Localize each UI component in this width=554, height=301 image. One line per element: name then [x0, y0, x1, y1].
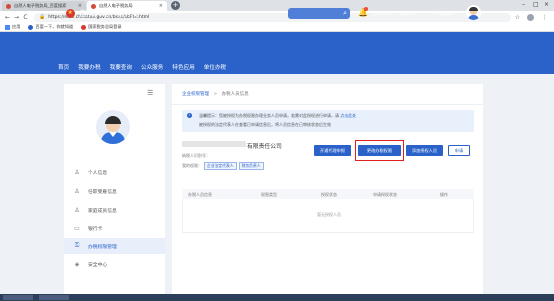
user-icon: ♙: [74, 187, 80, 195]
taskbar-item[interactable]: [39, 295, 69, 300]
maximize-icon[interactable]: □: [533, 1, 539, 8]
emblem-icon: [81, 24, 87, 30]
download-link[interactable]: 下载服务: [436, 11, 453, 17]
notice-banner: i 温馨提示：您被授权为办税权限办理业务人员申请，若需对此授权进行申请，请 点击…: [182, 110, 474, 132]
bookmark-tax[interactable]: 国家税务总局登录: [81, 24, 122, 30]
notification-badge: [364, 7, 368, 11]
menu-toggle-icon[interactable]: ☰: [147, 89, 153, 97]
site-logo[interactable]: 自然人电子税务局: [66, 8, 139, 19]
tax-id-label: 纳税人识别号：: [182, 153, 210, 158]
nav-public-service[interactable]: 公众服务: [141, 63, 163, 71]
sidebar-item-permission[interactable]: ⚿ 办税权限管理: [64, 238, 165, 254]
search-icon[interactable]: ⌕: [343, 9, 347, 18]
back-icon[interactable]: ←: [3, 14, 12, 21]
breadcrumb: 企业权限管理 > 办税人员信息: [182, 92, 249, 97]
column-header: 办税人员信息: [188, 191, 212, 197]
lock-icon: 🔒: [39, 14, 46, 20]
role-list: 我的权限： 企业法定代表人 财务负责人: [182, 162, 264, 170]
card-icon: ▭: [74, 224, 80, 232]
sidebar-item-security[interactable]: ◈ 安全中心: [64, 256, 165, 272]
minimize-icon[interactable]: –: [522, 1, 525, 8]
paw-icon: [28, 24, 34, 30]
open-agent-button[interactable]: 开通代理申报: [314, 145, 351, 156]
role-tag: 企业法定代表人: [204, 162, 237, 170]
bookmarks-bar: 应用 百度一下，你就知道 国家税务总局登录: [0, 23, 554, 32]
sidebar-item-employment[interactable]: ♙ 任职受雇信息: [64, 183, 165, 199]
table-body: 暂无授权人员: [182, 199, 474, 233]
site-title: 自然人电子税务局: [79, 9, 139, 18]
nav-query[interactable]: 我要查询: [110, 63, 132, 71]
apps-icon: [5, 24, 10, 30]
table-header: 办税人员信息 权限类型 授权状态 申请授权状态 操作: [182, 189, 474, 199]
shield-icon: ◈: [74, 260, 80, 268]
sidebar-item-family[interactable]: ♙ 家庭成员信息: [64, 202, 165, 218]
nav-featured[interactable]: 特色应用: [172, 63, 194, 71]
close-icon[interactable]: ×: [159, 3, 163, 9]
app-link[interactable]: 手机APP: [373, 11, 389, 17]
company-name-redacted: [182, 141, 246, 147]
user-icon: ♙: [74, 206, 80, 214]
user-icon: ♙: [74, 168, 80, 176]
help-center-link[interactable]: 帮助中心: [399, 11, 416, 17]
tab-title: 自然人电子税务局_百度搜索: [14, 3, 67, 8]
breadcrumb-current: 办税人员信息: [221, 92, 249, 97]
reload-icon[interactable]: C: [21, 14, 30, 21]
notice-line-2: 被授权的法定代表人在查看已申请信息后，将人员信息在已审核状态后生效: [199, 122, 331, 127]
notice-link[interactable]: 点击此处: [340, 113, 356, 118]
emblem-icon: [66, 9, 75, 18]
apply-button[interactable]: 申请: [448, 145, 470, 156]
highlight-box: [355, 140, 404, 161]
column-header: 操作: [440, 191, 448, 197]
divider: [172, 104, 483, 105]
taskbar-item[interactable]: [3, 295, 33, 300]
breadcrumb-parent[interactable]: 企业权限管理: [182, 92, 209, 97]
nav-do-tax[interactable]: 我要办税: [78, 63, 100, 71]
key-icon: ⚿: [74, 242, 80, 249]
search-input[interactable]: ⌕: [288, 8, 350, 19]
user-avatar[interactable]: [466, 5, 481, 20]
sidebar-item-personal-info[interactable]: ♙ 个人信息: [64, 164, 165, 180]
add-staff-button[interactable]: 添加授权人员: [406, 145, 443, 156]
sidebar-item-bank-card[interactable]: ▭ 银行卡: [64, 220, 165, 236]
star-icon[interactable]: ☆: [515, 14, 520, 21]
empty-state: 暂无授权人员: [317, 212, 341, 217]
column-header: 权限类型: [261, 191, 277, 197]
new-tab-button[interactable]: +: [171, 1, 180, 10]
main-nav: 首页 我要办税 我要查询 公众服务 特色应用 单位办税: [58, 63, 226, 71]
taskbar: [0, 294, 554, 301]
bookmark-apps[interactable]: 应用: [5, 24, 20, 30]
nav-home[interactable]: 首页: [58, 63, 69, 71]
info-icon: i: [187, 113, 192, 118]
forward-icon[interactable]: →: [12, 14, 21, 21]
profile-icon[interactable]: [527, 13, 535, 21]
nav-unit-tax[interactable]: 单位办税: [204, 63, 226, 71]
window-close-icon[interactable]: ×: [544, 1, 549, 8]
notice-line-1: 温馨提示：您被授权为办税权限办理业务人员申请，若需对此授权进行申请，请: [199, 113, 339, 118]
profile-avatar: [96, 110, 130, 144]
bookmark-baidu[interactable]: 百度一下，你就知道: [28, 24, 73, 30]
role-tag: 财务负责人: [238, 162, 264, 170]
column-header: 申请授权状态: [373, 191, 397, 197]
company-name: 有限责任公司: [247, 144, 282, 150]
baidu-favicon-icon: [6, 3, 11, 9]
column-header: 授权状态: [321, 191, 337, 197]
menu-icon[interactable]: ⋮: [541, 14, 547, 21]
